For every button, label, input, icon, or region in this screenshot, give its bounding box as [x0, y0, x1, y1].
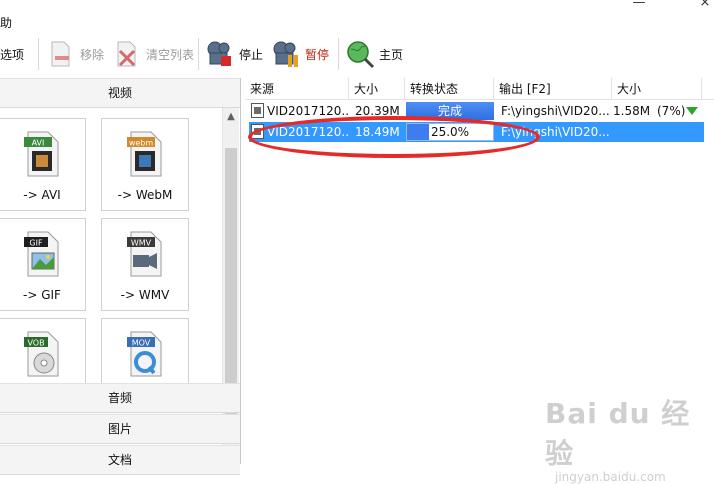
format-tile-gif[interactable]: GIF -> GIF — [0, 218, 86, 311]
globe-search-icon — [347, 41, 375, 69]
category-image[interactable]: 图片 — [0, 414, 240, 444]
format-tile-wmv[interactable]: WMV -> WMV — [101, 218, 189, 311]
options-label: 选项 — [0, 47, 25, 62]
status-done-badge: 完成 — [406, 102, 494, 120]
scroll-up-arrow-icon[interactable]: ▲ — [223, 108, 239, 125]
category-audio[interactable]: 音频 — [0, 383, 240, 413]
progress-bar: 25.0% — [406, 123, 494, 141]
wmv-file-icon: WMV — [127, 231, 162, 277]
close-button[interactable]: × — [690, 0, 714, 12]
column-output-size[interactable]: 大小 — [612, 78, 702, 100]
format-tile-webm[interactable]: webm -> WebM — [101, 118, 189, 211]
column-size[interactable]: 大小 — [349, 78, 405, 100]
source-cell: VID2017120... — [267, 125, 349, 139]
wmv-badge: WMV — [131, 239, 152, 248]
progress-text: 25.0% — [430, 125, 470, 139]
gif-file-icon: GIF — [24, 231, 59, 277]
webm-badge: webm — [129, 139, 154, 148]
format-label: -> WebM — [117, 188, 173, 202]
toolbar-divider — [38, 38, 39, 70]
output-cell: F:\yingshi\VID20... — [501, 104, 610, 118]
minimize-button[interactable]: — — [624, 0, 654, 12]
stop-button[interactable]: 停止 — [205, 34, 263, 74]
film-pause-icon — [273, 41, 298, 67]
watermark-url: jingyan.baidu.com — [555, 470, 666, 484]
output-cell: F:\yingshi\VID20... — [501, 125, 610, 139]
help-menu[interactable]: 助 — [0, 14, 12, 31]
category-video[interactable]: 视频 — [0, 78, 240, 108]
column-output[interactable]: 输出 [F2] — [494, 78, 612, 100]
gif-badge: GIF — [29, 239, 43, 248]
clear-list-label: 清空列表 — [146, 47, 195, 62]
film-stop-icon — [207, 41, 231, 66]
pause-label: 暂停 — [305, 47, 330, 62]
vob-badge: VOB — [27, 339, 44, 348]
home-label: 主页 — [379, 47, 404, 62]
size-cell: 20.39M — [355, 104, 400, 118]
format-label: -> GIF — [23, 288, 61, 302]
avi-file-icon: AVI — [24, 131, 59, 177]
video-file-icon — [251, 103, 264, 118]
scroll-thumb[interactable] — [225, 148, 237, 418]
source-cell: VID2017120... — [267, 104, 349, 118]
vob-file-icon: VOB — [24, 331, 59, 377]
pause-button[interactable]: 暂停 — [271, 34, 329, 74]
toolbar-divider — [198, 38, 199, 70]
format-label: -> WMV — [120, 288, 170, 302]
toolbar-divider — [338, 38, 339, 70]
mov-file-icon: MOV — [127, 331, 162, 377]
column-status[interactable]: 转换状态 — [405, 78, 494, 100]
table-header: 来源 大小 转换状态 输出 [F2] 大小 — [245, 78, 714, 100]
column-source[interactable]: 来源 — [245, 78, 349, 100]
size-cell: 18.49M — [355, 125, 400, 139]
clear-list-button[interactable]: 清空列表 — [112, 34, 194, 74]
webm-file-icon: webm — [127, 131, 162, 177]
arrow-down-icon — [686, 107, 698, 115]
ratio-cell: (7%) — [657, 104, 686, 118]
video-file-icon — [251, 124, 264, 139]
title-bar: 助 — × — [0, 0, 714, 30]
format-panel: 视频 AVI -> AVI webm -> WebM GIF -> GIF WM… — [0, 78, 241, 475]
avi-badge: AVI — [32, 139, 45, 148]
remove-label: 移除 — [80, 47, 105, 62]
format-tile-avi[interactable]: AVI -> AVI — [0, 118, 86, 211]
remove-button[interactable]: 移除 — [46, 34, 104, 74]
stop-label: 停止 — [239, 47, 264, 62]
format-label: -> AVI — [23, 188, 61, 202]
table-row[interactable]: VID2017120... 20.39M 完成 F:\yingshi\VID20… — [249, 101, 704, 121]
table-row-selected[interactable]: VID2017120... 18.49M 25.0% F:\yingshi\VI… — [249, 122, 704, 142]
watermark-logo: Bai du 经验 — [545, 397, 691, 470]
document-remove-icon — [51, 41, 70, 67]
clear-list-icon — [117, 41, 136, 67]
output-size-cell: 1.58M — [613, 104, 651, 118]
mov-badge: MOV — [132, 339, 151, 348]
toolbar: 选项 移除 清空列表 停止 暂停 主页 — [0, 34, 714, 76]
watermark: Bai du 经验 jingyan.baidu.com — [545, 392, 714, 484]
category-document[interactable]: 文档 — [0, 445, 240, 475]
home-button[interactable]: 主页 — [345, 34, 403, 74]
options-button[interactable]: 选项 — [0, 34, 24, 74]
